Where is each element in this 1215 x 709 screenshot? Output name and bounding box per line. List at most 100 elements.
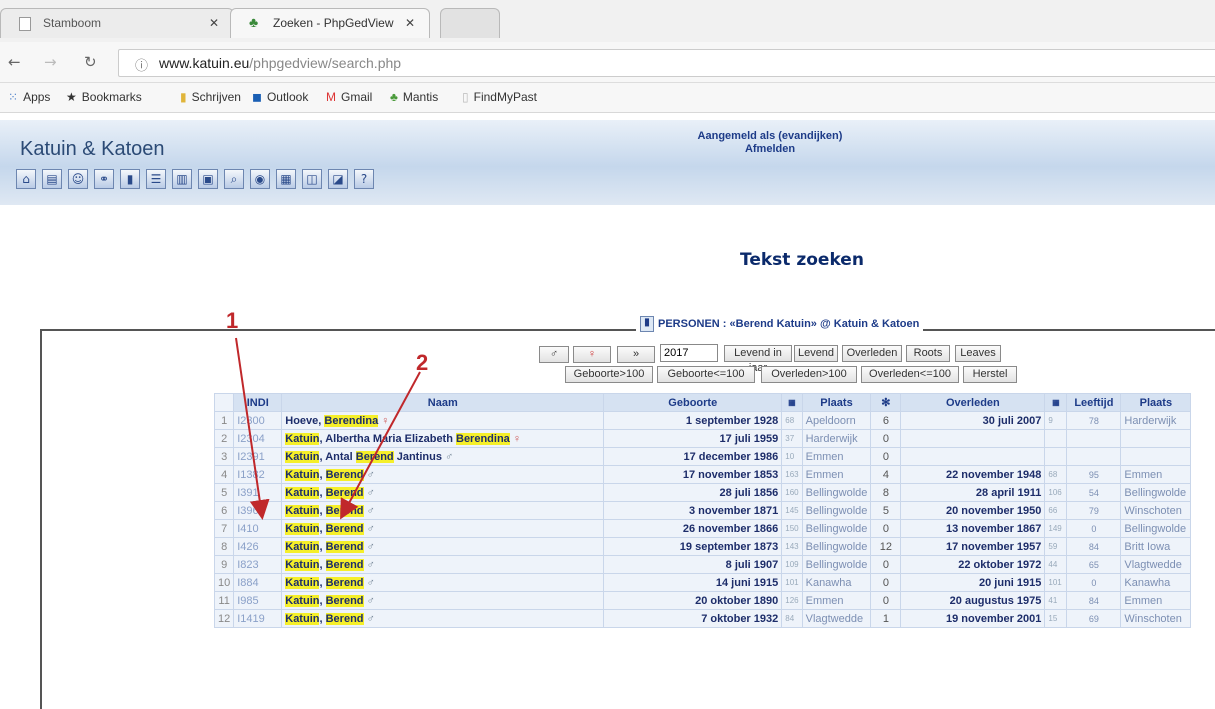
death-place[interactable]: Emmen — [1120, 465, 1192, 484]
birth-date[interactable]: 17 juli 1959 — [603, 429, 783, 448]
col-leeftijd[interactable]: Leeftijd — [1066, 393, 1122, 412]
person-name-text[interactable]: Katuin, Berend — [285, 468, 364, 481]
birth-date[interactable]: 26 november 1866 — [603, 519, 783, 538]
table-row[interactable]: 2 I2304 Katuin, Albertha Maria Elizabeth B… — [213, 429, 1192, 448]
chart-icon[interactable]: ◫ — [302, 169, 322, 189]
birth-place[interactable]: Apeldoorn — [801, 411, 872, 430]
filter-all-button[interactable]: » — [617, 346, 655, 363]
death-place[interactable]: Bellingwolde — [1120, 519, 1192, 538]
birth-place[interactable]: Bellingwolde — [801, 501, 872, 520]
col-plaats-death[interactable]: Plaats — [1120, 393, 1192, 412]
new-tab-button[interactable] — [440, 8, 500, 38]
list-icon[interactable]: ☰ — [146, 169, 166, 189]
bookmark-mantis[interactable]: ♣ Mantis — [390, 90, 438, 104]
person-name[interactable]: Katuin, Berend ♂ — [281, 501, 605, 520]
death-place[interactable]: Winschoten — [1120, 501, 1192, 520]
table-row[interactable]: 1 I2300 Hoeve, Berendina ♀ 1 september 1928… — [213, 411, 1192, 430]
death-date[interactable]: 22 oktober 1972 — [900, 555, 1046, 574]
col-children[interactable]: ✻ — [870, 393, 902, 412]
death-over-100-button[interactable]: Overleden>100 — [761, 366, 857, 383]
table-row[interactable]: 9 I823 Katuin, Berend ♂ 8 juli 1907 109 Belli… — [213, 555, 1192, 574]
birth-place[interactable]: Harderwijk — [801, 429, 872, 448]
person-name-text[interactable]: Katuin, Albertha Maria Elizabeth Berendi… — [285, 432, 510, 445]
indi-id[interactable]: I2304 — [233, 429, 283, 448]
person-name[interactable]: Hoeve, Berendina ♀ — [281, 411, 605, 430]
person-name[interactable]: Katuin, Berend ♂ — [281, 555, 605, 574]
url-field[interactable]: ⓘ www.katuin.eu/phpgedview/search.php — [118, 49, 1215, 77]
filter-female-button[interactable]: ♀ — [573, 346, 611, 363]
filter-male-button[interactable]: ♂ — [539, 346, 569, 363]
death-date[interactable] — [900, 429, 1046, 448]
indi-id[interactable]: I426 — [233, 537, 283, 556]
forward-icon[interactable]: → — [44, 53, 57, 71]
person-icon[interactable]: ☺ — [68, 169, 88, 189]
birth-date[interactable]: 8 juli 1907 — [603, 555, 783, 574]
close-icon[interactable]: ✕ — [405, 16, 415, 30]
birth-date[interactable]: 20 oktober 1890 — [603, 591, 783, 610]
birth-date[interactable]: 28 juli 1856 — [603, 483, 783, 502]
col-plaats[interactable]: Plaats — [801, 393, 872, 412]
indi-id[interactable]: I884 — [233, 573, 283, 592]
birth-over-100-button[interactable]: Geboorte>100 — [565, 366, 653, 383]
birth-place[interactable]: Kanawha — [801, 573, 872, 592]
death-date[interactable]: 13 november 1867 — [900, 519, 1046, 538]
birth-date[interactable]: 3 november 1871 — [603, 501, 783, 520]
table-row[interactable]: 3 I2391 Katuin, Antal Berend Jantinus ♂ 17 … — [213, 447, 1192, 466]
year-input[interactable] — [660, 344, 718, 362]
back-icon[interactable]: ← — [8, 53, 21, 71]
birth-place[interactable]: Vlagtwedde — [801, 609, 872, 628]
table-row[interactable]: 10 I884 Katuin, Berend ♂ 14 juni 1915 101 Kan… — [213, 573, 1192, 592]
bookmark-apps[interactable]: ⁙ Apps — [8, 90, 50, 104]
home-icon[interactable]: ⌂ — [16, 169, 36, 189]
person-name-text[interactable]: Katuin, Berend — [285, 504, 364, 517]
person-name-text[interactable]: Katuin, Berend — [285, 558, 364, 571]
death-place[interactable]: Winschoten — [1120, 609, 1192, 628]
info-icon[interactable]: ⓘ — [135, 55, 148, 74]
indi-id[interactable]: I2391 — [233, 447, 283, 466]
reset-button[interactable]: Herstel — [963, 366, 1017, 383]
death-date[interactable]: 20 augustus 1975 — [900, 591, 1046, 610]
clippings-icon[interactable]: ◪ — [328, 169, 348, 189]
page-icon[interactable]: ▤ — [42, 169, 62, 189]
person-name-text[interactable]: Katuin, Berend — [285, 540, 364, 553]
person-name[interactable]: Katuin, Berend ♂ — [281, 519, 605, 538]
indi-id[interactable]: I391 — [233, 483, 283, 502]
death-date[interactable]: 17 november 1957 — [900, 537, 1046, 556]
birth-date[interactable]: 1 september 1928 — [603, 411, 783, 430]
indi-id[interactable]: I410 — [233, 519, 283, 538]
individual-icon[interactable]: ▮ — [120, 169, 140, 189]
indi-id[interactable]: I1382 — [233, 465, 283, 484]
death-place[interactable]: Vlagtwedde — [1120, 555, 1192, 574]
death-date[interactable]: 20 juni 1915 — [900, 573, 1046, 592]
birth-place[interactable]: Bellingwolde — [801, 555, 872, 574]
logout-link[interactable]: Afmelden — [745, 143, 795, 155]
death-date[interactable] — [900, 447, 1046, 466]
death-place[interactable] — [1120, 447, 1192, 466]
bookmark-findmypast[interactable]: ▯ FindMyPast — [462, 90, 537, 104]
col-death-anniversary[interactable]: ▦ — [1044, 393, 1068, 412]
person-name-text[interactable]: Katuin, Berend — [285, 522, 364, 535]
reload-icon[interactable]: ↻ — [84, 53, 97, 71]
save-icon[interactable]: ▣ — [198, 169, 218, 189]
family-icon[interactable]: ⚭ — [94, 169, 114, 189]
bookmark-outlook[interactable]: ◼ Outlook — [252, 90, 308, 104]
alive-button[interactable]: Levend — [794, 345, 838, 362]
person-name[interactable]: Katuin, Antal Berend Jantinus ♂ — [281, 447, 605, 466]
person-name[interactable]: Katuin, Albertha Maria Elizabeth Berendi… — [281, 429, 605, 448]
document-icon[interactable]: ▥ — [172, 169, 192, 189]
person-name[interactable]: Katuin, Berend ♂ — [281, 591, 605, 610]
death-date[interactable]: 30 juli 2007 — [900, 411, 1046, 430]
search-icon[interactable]: ⌕ — [224, 169, 244, 189]
indi-id[interactable]: I396 — [233, 501, 283, 520]
birth-place[interactable]: Emmen — [801, 591, 872, 610]
col-overleden[interactable]: Overleden — [900, 393, 1046, 412]
birth-date[interactable]: 7 oktober 1932 — [603, 609, 783, 628]
death-date[interactable]: 28 april 1911 — [900, 483, 1046, 502]
person-name-text[interactable]: Katuin, Antal Berend Jantinus — [285, 450, 442, 463]
indi-id[interactable]: I985 — [233, 591, 283, 610]
birth-date[interactable]: 19 september 1873 — [603, 537, 783, 556]
death-under-100-button[interactable]: Overleden<=100 — [861, 366, 959, 383]
death-place[interactable]: Bellingwolde — [1120, 483, 1192, 502]
col-geboorte[interactable]: Geboorte — [603, 393, 783, 412]
tab-zoeken[interactable]: ♣ Zoeken - PhpGedView ✕ — [230, 8, 430, 38]
